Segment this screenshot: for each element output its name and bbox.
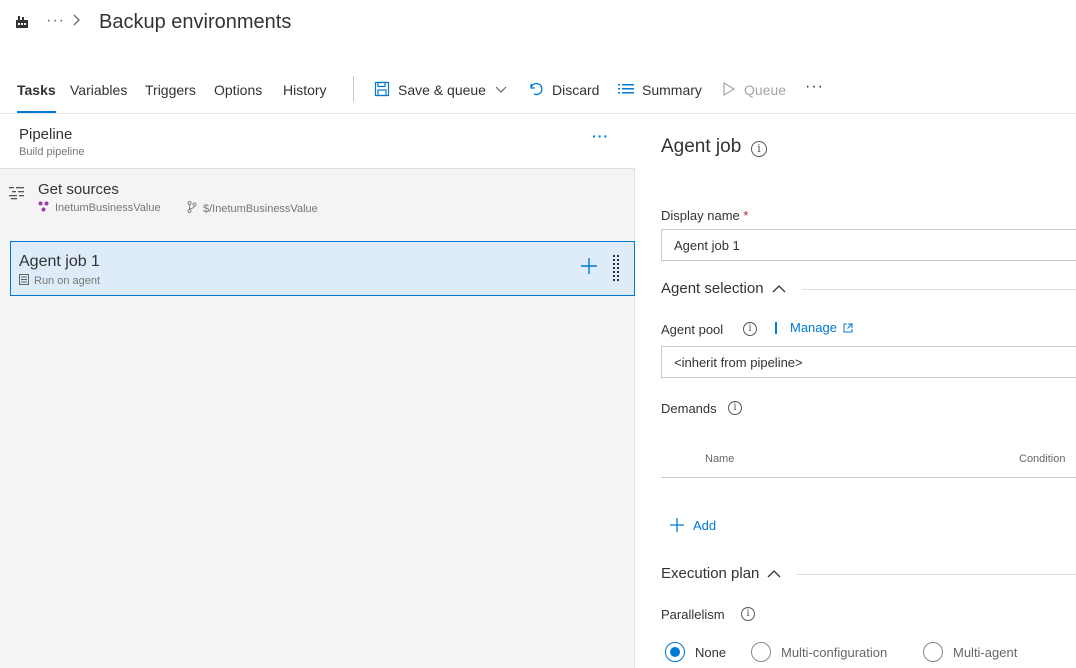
get-sources-title: Get sources [38,181,119,198]
agent-selection-title: Agent selection [661,280,764,297]
parallelism-option-none[interactable]: None [665,642,726,662]
page-title: Backup environments [99,11,292,33]
agent-pool-select[interactable]: <inherit from pipeline> [661,346,1076,378]
agent-job-title: Agent job 1 [19,253,100,270]
display-name-field[interactable]: Agent job 1 [661,229,1076,261]
discard-button[interactable]: Discard [528,78,599,102]
radio-button[interactable] [665,642,685,662]
radio-label: Multi-agent [953,644,1018,660]
parallelism-option-multi-agent[interactable]: Multi-agent [923,642,1017,662]
get-sources-item[interactable]: Get sources InetumBusinessValue $/Inetum… [0,170,634,222]
play-icon [722,81,744,100]
save-and-queue-label: Save & queue [398,82,486,98]
branch-path: $/InetumBusinessValue [203,202,318,215]
radio-label: Multi-configuration [781,644,888,660]
branch-info: $/InetumBusinessValue [187,201,318,216]
page-header: ··· Backup environments [0,0,1076,48]
display-name-label-text: Display name [661,208,740,223]
add-task-icon[interactable] [579,256,599,281]
section-divider [802,289,1076,290]
repository-icon [38,201,55,215]
parallelism-info-icon[interactable]: i [741,607,755,621]
list-icon [618,81,642,100]
pipeline-subtitle: Build pipeline [19,146,85,158]
save-and-queue-button[interactable]: Save & queue [374,78,515,102]
pipeline-title: Pipeline [19,126,73,143]
details-title: Agent job [661,136,742,157]
manage-divider [775,322,777,334]
get-sources-icon [9,186,25,205]
chevron-up-icon [759,569,781,578]
more-actions-button[interactable]: ··· [805,78,824,96]
add-label: Add [693,517,717,533]
demands-grid-line [661,477,1076,478]
agent-pool-label: Agent pool [661,322,724,337]
pipeline-more-button[interactable]: ··· [592,128,609,144]
tab-history[interactable]: History [283,82,327,98]
add-demand-button[interactable]: Add [669,517,716,533]
breadcrumb-more[interactable]: ··· [46,12,65,30]
queue-button[interactable]: Queue [722,78,786,102]
tab-options[interactable]: Options [214,82,262,98]
branch-icon [187,201,203,216]
agent-job-card[interactable]: Agent job 1 Run on agent [10,241,635,296]
chevron-down-icon[interactable] [495,86,515,94]
parallelism-label: Parallelism [661,607,725,622]
radio-label: None [695,644,727,660]
summary-button[interactable]: Summary [618,78,702,102]
drag-handle-icon[interactable] [612,254,620,289]
section-divider [796,574,1076,575]
demands-column-name: Name [705,453,735,465]
execution-plan-title: Execution plan [661,565,760,582]
radio-button[interactable] [923,642,943,662]
pipeline-header[interactable]: Pipeline Build pipeline ··· [0,114,635,169]
tab-tasks[interactable]: Tasks [17,82,56,113]
summary-label: Summary [642,82,702,98]
chevron-up-icon [764,284,786,293]
server-icon [19,274,34,288]
required-marker: * [743,208,749,223]
agent-pool-info-icon[interactable]: i [743,322,757,336]
radio-button[interactable] [751,642,771,662]
demands-label: Demands [661,401,717,416]
queue-label: Queue [744,82,787,98]
repository-name: InetumBusinessValue [55,202,161,214]
agent-selection-section[interactable]: Agent selection [661,280,786,297]
parallelism-option-multi-configuration[interactable]: Multi-configuration [751,642,887,662]
toolbar: Tasks Variables Triggers Options History… [0,70,1076,114]
pipeline-pane: Pipeline Build pipeline ··· Get sources … [0,114,635,668]
manage-label: Manage [790,320,837,335]
demands-column-condition: Condition [1019,453,1066,465]
external-link-icon [837,323,853,333]
tab-triggers[interactable]: Triggers [145,82,196,98]
toolbar-divider [353,76,354,102]
execution-plan-section[interactable]: Execution plan [661,565,781,582]
plus-icon [669,517,693,533]
discard-label: Discard [552,82,600,98]
agent-job-run-on: Run on agent [34,275,101,287]
display-name-label: Display name * [661,208,748,223]
manage-link[interactable]: Manage [790,320,853,335]
agent-job-subtitle: Run on agent [19,274,100,288]
save-icon [374,81,398,100]
chevron-right-icon [72,13,82,27]
repository-info: InetumBusinessValue [38,201,161,215]
info-icon[interactable]: i [751,141,767,157]
agent-job-details-pane: Agent job i Display name * Agent job 1 A… [636,114,1076,668]
undo-icon [528,81,552,100]
demands-info-icon[interactable]: i [728,401,742,415]
tab-variables[interactable]: Variables [70,82,127,98]
build-pipeline-icon [14,14,30,30]
